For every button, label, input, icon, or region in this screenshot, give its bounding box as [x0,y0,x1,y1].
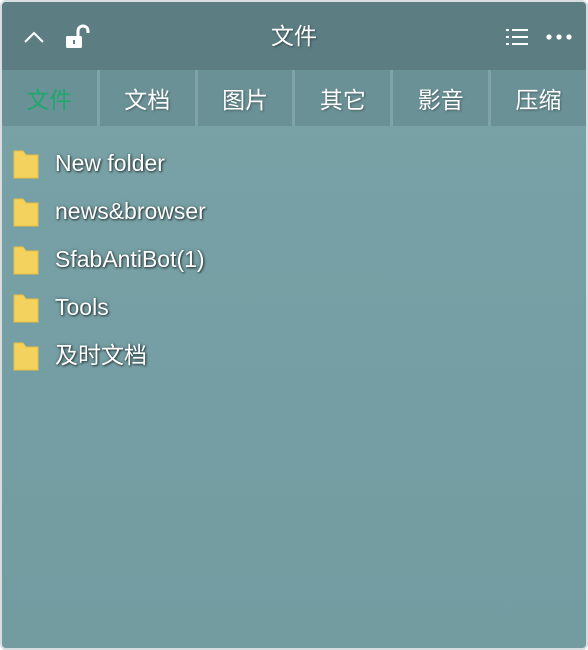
file-name: New folder [55,150,165,176]
title-bar[interactable]: 文件 [2,2,586,70]
folder-icon [13,150,39,179]
file-name: news&browser [55,198,206,224]
tab-media[interactable]: 影音 [393,70,492,126]
more-button[interactable] [542,22,576,52]
category-tabs: 文件 文档 图片 其它 影音 压缩 [2,70,586,126]
folder-icon [13,294,39,323]
tab-images[interactable]: 图片 [198,70,296,126]
more-icon [546,34,572,40]
folder-icon [13,198,39,227]
file-box-panel: 文件 文件 文档 图片 其它 影音 压缩 New folder news&bro… [0,0,588,650]
window-title: 文件 [271,24,317,50]
tab-files[interactable]: 文件 [2,70,100,126]
list-item[interactable]: 及时文档 [2,330,586,378]
folder-icon [13,246,39,275]
list-item[interactable]: Tools [2,282,586,330]
file-name: SfabAntiBot(1) [55,246,205,272]
file-name: Tools [55,294,109,320]
tab-others[interactable]: 其它 [295,70,394,126]
list-item[interactable]: SfabAntiBot(1) [2,234,586,282]
list-item[interactable]: news&browser [2,186,586,234]
tab-documents[interactable]: 文档 [100,70,198,126]
list-item[interactable]: New folder [2,138,586,186]
folder-icon [13,342,39,371]
file-list: New folder news&browser SfabAntiBot(1) T… [2,138,586,378]
file-name: 及时文档 [55,342,147,368]
tab-archives[interactable]: 压缩 [491,70,586,126]
list-view-icon [506,29,528,45]
list-view-button[interactable] [502,22,532,52]
